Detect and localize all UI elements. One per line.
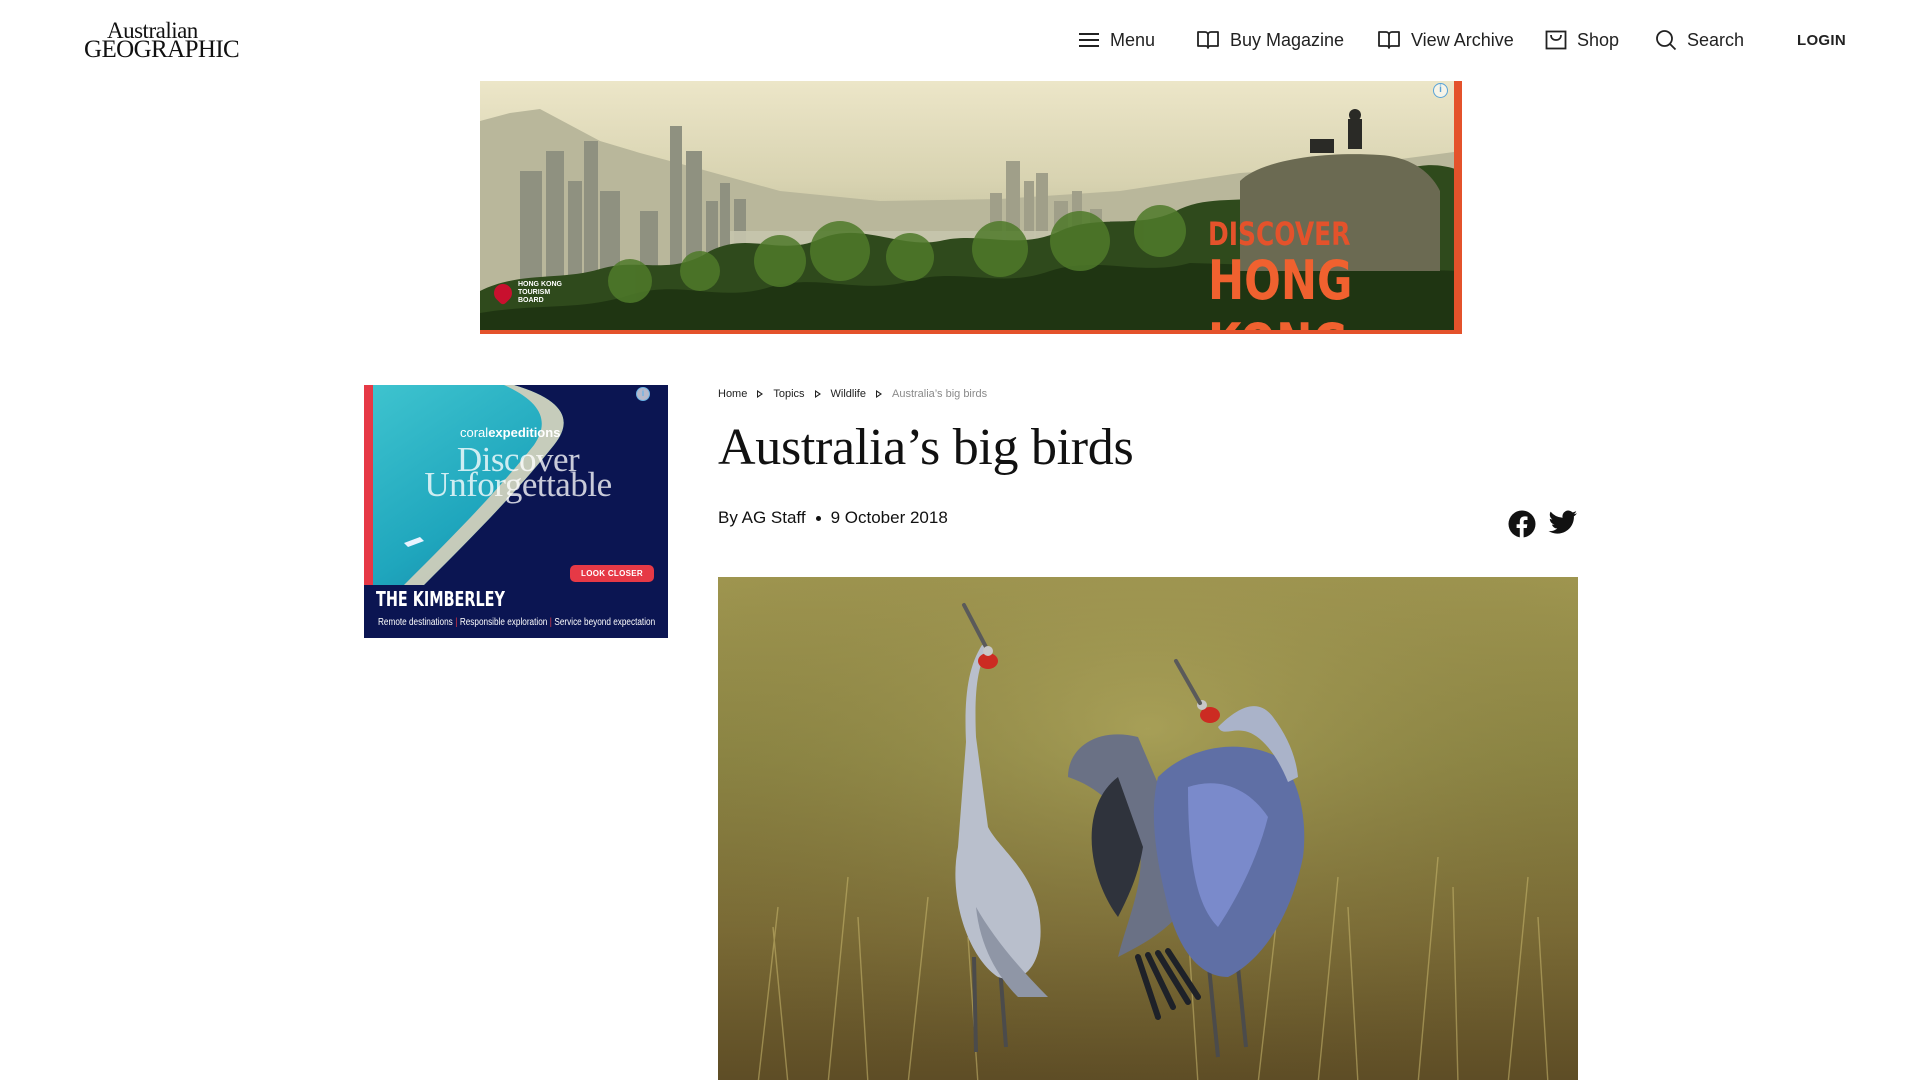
breadcrumb-arrow-icon	[875, 390, 882, 398]
buy-magazine-link[interactable]: Buy Magazine	[1196, 22, 1344, 58]
article-title: Australia’s big birds	[718, 419, 1134, 476]
ad-info-icon[interactable]: i	[636, 387, 650, 401]
breadcrumb-wildlife[interactable]: Wildlife	[831, 388, 866, 400]
side-ad-brand-suffix: expeditions	[488, 425, 561, 440]
search-icon	[1655, 29, 1677, 51]
side-ad-headline-2: Unforgettable	[424, 465, 612, 504]
side-ad-tagline-2: Responsible exploration	[459, 617, 548, 628]
facebook-icon	[1508, 510, 1536, 538]
shop-label: Shop	[1577, 29, 1620, 50]
article-date: 9 October 2018	[830, 508, 948, 527]
search-button[interactable]: Search	[1655, 22, 1744, 58]
search-label: Search	[1687, 29, 1745, 50]
byline-separator-dot	[815, 515, 821, 521]
side-ad-tagline-3: Service beyond expectation	[554, 617, 656, 628]
breadcrumb-current: Australia’s big birds	[891, 388, 988, 400]
breadcrumb-topics[interactable]: Topics	[773, 388, 804, 400]
menu-label: Menu	[1110, 29, 1156, 50]
share-facebook-button[interactable]	[1508, 510, 1536, 538]
hero-image-brolga-cranes[interactable]	[718, 577, 1578, 1080]
side-ad-region: THE KIMBERLEY	[376, 587, 505, 611]
open-book-icon	[1196, 30, 1220, 50]
banner-ad-line-1: DISCOVER	[1208, 215, 1351, 253]
breadcrumb: Home Topics Wildlife Australia’s big bir…	[718, 388, 987, 400]
ad-info-icon[interactable]: i	[1433, 83, 1448, 98]
hamburger-icon	[1078, 31, 1100, 49]
breadcrumb-arrow-icon	[814, 390, 821, 398]
banner-sponsor-text: HONG KONG TOURISM BOARD	[518, 281, 562, 304]
menu-button[interactable]: Menu	[1078, 22, 1155, 58]
open-book-icon	[1377, 30, 1401, 50]
hk-tourism-logo-icon	[490, 280, 516, 306]
brolga-photo	[718, 577, 1578, 1080]
share-twitter-button[interactable]	[1548, 510, 1577, 538]
side-ad-tagline-1: Remote destinations	[378, 617, 453, 628]
shop-link[interactable]: Shop	[1545, 22, 1619, 58]
side-ad-tagline: Remote destinations | Responsible explorat…	[378, 617, 655, 628]
site-logo[interactable]: Australian GEOGRAPHIC	[84, 14, 240, 63]
banner-ad-line-2: HONG KONG	[1208, 249, 1353, 330]
banner-sponsor-logo: HONG KONG TOURISM BOARD	[490, 280, 568, 306]
banner-ad[interactable]: i DISCOVER HONG KONG HONG KONG TOURISM B…	[480, 81, 1462, 334]
view-archive-link[interactable]: View Archive	[1377, 22, 1514, 58]
shopping-bag-icon	[1545, 30, 1567, 50]
side-ad[interactable]: i coralexpeditions Discover Unforgettabl…	[364, 385, 668, 638]
twitter-icon	[1548, 510, 1577, 534]
breadcrumb-arrow-icon	[757, 390, 764, 398]
login-button[interactable]: LOGIN	[1797, 22, 1846, 58]
article-byline: By AG Staff 9 October 2018	[718, 508, 948, 528]
side-ad-brand: coralexpeditions	[460, 425, 560, 440]
side-ad-accent-bar	[364, 385, 373, 585]
side-ad-headline: Discover Unforgettable	[408, 442, 628, 504]
article-author[interactable]: By AG Staff	[718, 508, 806, 528]
logo-line-2: GEOGRAPHIC	[84, 36, 240, 63]
side-ad-cta-button[interactable]: LOOK CLOSER	[570, 565, 654, 582]
view-archive-label: View Archive	[1411, 29, 1514, 50]
buy-magazine-label: Buy Magazine	[1230, 29, 1345, 50]
breadcrumb-home[interactable]: Home	[718, 388, 747, 400]
tagline-separator: |	[455, 617, 458, 628]
side-ad-brand-prefix: coral	[460, 425, 489, 440]
